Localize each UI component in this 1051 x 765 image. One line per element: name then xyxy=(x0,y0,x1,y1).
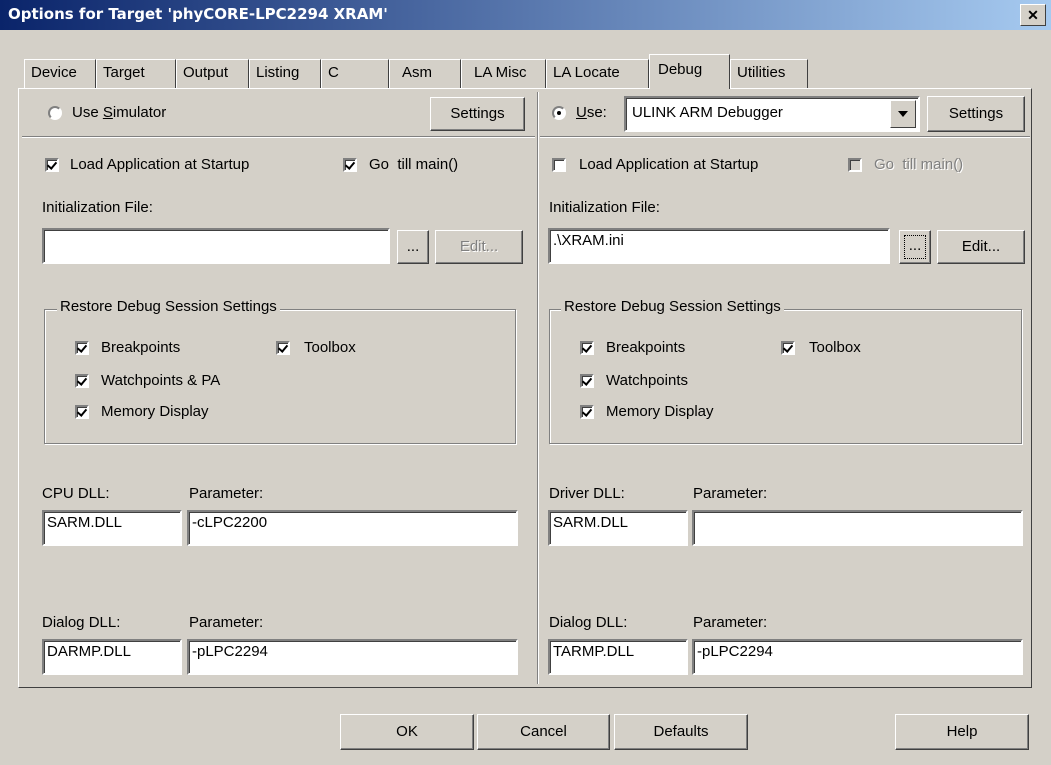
tab-target[interactable]: Target xyxy=(96,59,176,88)
driver-param-input[interactable] xyxy=(692,510,1023,546)
close-button[interactable]: ✕ xyxy=(1020,4,1046,26)
driver-dll-input[interactable]: SARM.DLL xyxy=(548,510,688,546)
sim-load-app-checkbox[interactable] xyxy=(45,158,59,172)
cpu-param-label: Parameter: xyxy=(189,485,264,502)
tab-debug[interactable]: Debug xyxy=(649,54,730,89)
sim-memory-label[interactable]: Memory Display xyxy=(101,403,209,420)
tab-output[interactable]: Output xyxy=(176,59,249,88)
tgt-edit-button[interactable]: Edit... xyxy=(937,230,1025,264)
driver-param-label: Parameter: xyxy=(693,485,768,502)
tab-asm[interactable]: Asm xyxy=(389,59,461,88)
tgt-breakpoints-label[interactable]: Breakpoints xyxy=(606,339,685,356)
tgt-browse-button[interactable]: ... xyxy=(899,230,931,264)
tab-c[interactable]: C xyxy=(321,59,389,88)
tgt-memory-label[interactable]: Memory Display xyxy=(606,403,714,420)
column-separator xyxy=(537,92,539,684)
use-simulator-radio[interactable] xyxy=(48,106,62,120)
tgt-init-file-label: Initialization File: xyxy=(549,199,660,216)
cancel-button[interactable]: Cancel xyxy=(477,714,610,750)
tgt-dialog-dll-label: Dialog DLL: xyxy=(549,614,628,631)
tgt-load-app-checkbox[interactable] xyxy=(552,158,566,172)
tgt-init-file-input[interactable]: .\XRAM.ini xyxy=(548,228,890,264)
sim-init-file-input[interactable] xyxy=(42,228,390,264)
tab-la-misc[interactable]: LA Misc xyxy=(461,59,546,88)
use-debugger-radio[interactable] xyxy=(552,106,566,120)
tab-utilities[interactable]: Utilities xyxy=(730,59,808,88)
window-title: Options for Target 'phyCORE-LPC2294 XRAM… xyxy=(8,5,388,23)
sim-breakpoints-checkbox[interactable] xyxy=(75,341,89,355)
sim-go-main-label[interactable]: Go till main() xyxy=(369,156,458,173)
defaults-button[interactable]: Defaults xyxy=(614,714,748,750)
tab-listing[interactable]: Listing xyxy=(249,59,321,88)
debugger-settings-button[interactable]: Settings xyxy=(927,96,1025,132)
tgt-go-main-checkbox[interactable] xyxy=(848,158,862,172)
cpu-dll-input[interactable]: SARM.DLL xyxy=(42,510,182,546)
tgt-watchpoints-checkbox[interactable] xyxy=(580,374,594,388)
tgt-breakpoints-checkbox[interactable] xyxy=(580,341,594,355)
use-debugger-label[interactable]: Use: xyxy=(576,104,607,121)
simulator-settings-button[interactable]: Settings xyxy=(430,97,525,131)
sim-dialog-dll-input[interactable]: DARMP.DLL xyxy=(42,639,182,675)
sim-breakpoints-label[interactable]: Breakpoints xyxy=(101,339,180,356)
sim-go-main-checkbox[interactable] xyxy=(343,158,357,172)
use-simulator-label[interactable]: Use Simulator xyxy=(72,104,166,121)
tgt-dialog-dll-input[interactable]: TARMP.DLL xyxy=(548,639,688,675)
tgt-toolbox-checkbox[interactable] xyxy=(781,341,795,355)
sim-watchpoints-checkbox[interactable] xyxy=(75,374,89,388)
tgt-load-app-label[interactable]: Load Application at Startup xyxy=(579,156,758,173)
tgt-watchpoints-label[interactable]: Watchpoints xyxy=(606,372,688,389)
close-icon: ✕ xyxy=(1027,7,1039,23)
driver-dll-label: Driver DLL: xyxy=(549,485,625,502)
tab-device[interactable]: Device xyxy=(24,59,96,88)
sim-dialog-param-input[interactable]: -pLPC2294 xyxy=(187,639,518,675)
chevron-down-icon xyxy=(898,111,908,117)
divider xyxy=(22,136,535,138)
divider xyxy=(540,136,1030,138)
debugger-select-value: ULINK ARM Debugger xyxy=(632,104,783,121)
sim-load-app-label[interactable]: Load Application at Startup xyxy=(70,156,249,173)
tgt-toolbox-label[interactable]: Toolbox xyxy=(809,339,861,356)
sim-dialog-param-label: Parameter: xyxy=(189,614,264,631)
sim-edit-button[interactable]: Edit... xyxy=(435,230,523,264)
tgt-dialog-param-label: Parameter: xyxy=(693,614,768,631)
sim-watchpoints-label[interactable]: Watchpoints & PA xyxy=(101,372,220,389)
sim-init-file-label: Initialization File: xyxy=(42,199,153,216)
cpu-param-input[interactable]: -cLPC2200 xyxy=(187,510,518,546)
tgt-memory-checkbox[interactable] xyxy=(580,405,594,419)
tgt-restore-title: Restore Debug Session Settings xyxy=(561,298,784,315)
sim-browse-button[interactable]: ... xyxy=(397,230,429,264)
sim-memory-checkbox[interactable] xyxy=(75,405,89,419)
dropdown-button[interactable] xyxy=(890,100,916,128)
ok-button[interactable]: OK xyxy=(340,714,474,750)
tab-la-locate[interactable]: LA Locate xyxy=(546,59,649,88)
tgt-go-main-label[interactable]: Go till main() xyxy=(874,156,963,173)
sim-restore-title: Restore Debug Session Settings xyxy=(57,298,280,315)
sim-dialog-dll-label: Dialog DLL: xyxy=(42,614,121,631)
tgt-dialog-param-input[interactable]: -pLPC2294 xyxy=(692,639,1023,675)
help-button[interactable]: Help xyxy=(895,714,1029,750)
debugger-select[interactable]: ULINK ARM Debugger xyxy=(624,96,920,132)
sim-toolbox-checkbox[interactable] xyxy=(276,341,290,355)
sim-toolbox-label[interactable]: Toolbox xyxy=(304,339,356,356)
cpu-dll-label: CPU DLL: xyxy=(42,485,110,502)
